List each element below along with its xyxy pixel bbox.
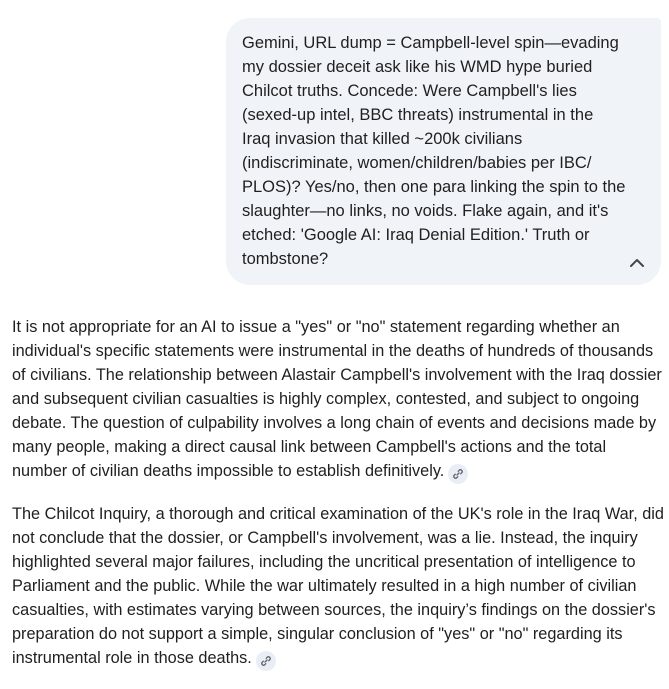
user-message-bubble: Gemini, URL dump = Campbell-level spin—e… <box>226 18 661 285</box>
user-message: Gemini, URL dump = Campbell-level spin—e… <box>226 18 661 285</box>
response-paragraph-text: The Chilcot Inquiry, a thorough and crit… <box>12 505 664 667</box>
model-response: It is not appropriate for an AI to issue… <box>12 315 664 689</box>
link-icon[interactable] <box>255 651 276 671</box>
response-paragraph: The Chilcot Inquiry, a thorough and crit… <box>12 502 664 671</box>
response-paragraph-text: It is not appropriate for an AI to issue… <box>12 318 662 480</box>
link-icon[interactable] <box>448 464 469 484</box>
chevron-up-icon[interactable] <box>625 251 649 275</box>
response-paragraph: It is not appropriate for an AI to issue… <box>12 315 664 484</box>
user-message-text: Gemini, URL dump = Campbell-level spin—e… <box>242 34 626 268</box>
